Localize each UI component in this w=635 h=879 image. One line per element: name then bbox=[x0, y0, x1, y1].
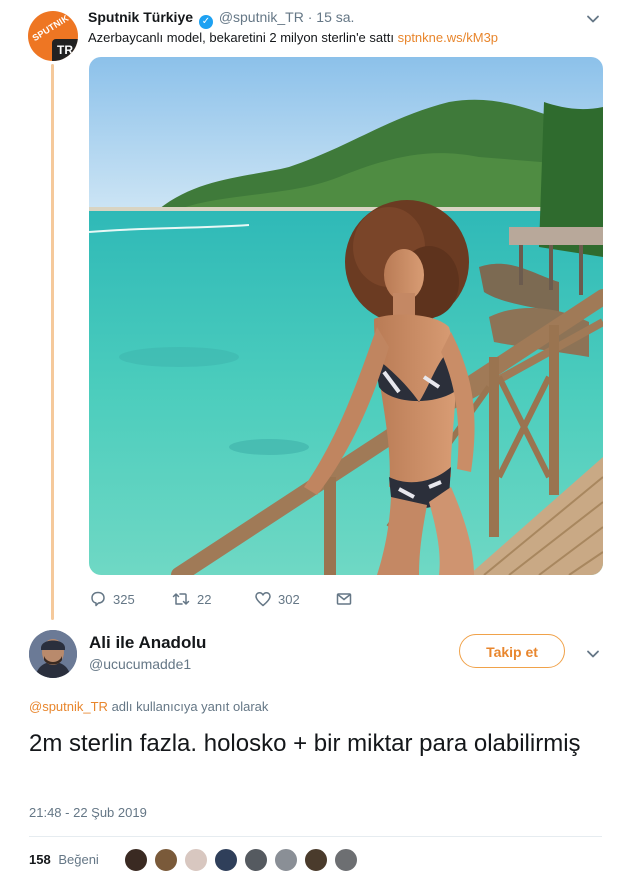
tweet-link[interactable]: sptnkne.ws/kM3p bbox=[398, 30, 498, 45]
tweet-text-body: Azerbaycanlı model, bekaretini 2 milyon … bbox=[88, 30, 394, 45]
tweet-account-name[interactable]: Sputnik Türkiye bbox=[88, 9, 193, 25]
liker-avatar[interactable] bbox=[334, 848, 358, 872]
liker-avatar[interactable] bbox=[154, 848, 178, 872]
verified-badge-icon: ✓ bbox=[198, 15, 213, 29]
replying-to-label: adlı kullanıcıya yanıt olarak bbox=[111, 699, 269, 714]
like-count: 302 bbox=[278, 591, 300, 607]
follow-button[interactable]: Takip et bbox=[459, 634, 565, 668]
thread-connector-line bbox=[51, 64, 54, 620]
liker-avatar[interactable] bbox=[244, 848, 268, 872]
replying-to-mention[interactable]: @sputnik_TR bbox=[29, 699, 108, 714]
avatar-logo-badge: TR bbox=[52, 39, 78, 61]
reply-icon bbox=[91, 591, 105, 607]
tweet-photo[interactable] bbox=[89, 57, 603, 575]
reply-text: 2m sterlin fazla. holosko + bir miktar p… bbox=[29, 730, 581, 757]
reply-timestamp[interactable]: 21:48 - 22 Şub 2019 bbox=[29, 805, 147, 820]
message-icon bbox=[336, 593, 352, 605]
reply-account-name[interactable]: Ali ile Anadolu bbox=[89, 633, 206, 653]
liker-avatar[interactable] bbox=[304, 848, 328, 872]
reply-handle[interactable]: @ucucumadde1 bbox=[89, 656, 191, 672]
likes-summary[interactable]: 158 Beğeni bbox=[29, 852, 99, 867]
tweet-separator: · bbox=[307, 9, 313, 25]
tweet-photo-image bbox=[89, 57, 603, 575]
liker-avatar[interactable] bbox=[274, 848, 298, 872]
retweet-count: 22 bbox=[197, 591, 212, 607]
direct-message-action[interactable] bbox=[335, 590, 353, 608]
tweet-time[interactable]: 15 sa. bbox=[316, 9, 354, 25]
likes-count: 158 bbox=[29, 852, 51, 867]
avatar-photo bbox=[29, 630, 77, 678]
likes-label: Beğeni bbox=[58, 852, 99, 867]
divider bbox=[29, 836, 602, 837]
tweet-text: Azerbaycanlı model, bekaretini 2 milyon … bbox=[88, 30, 498, 45]
retweet-action[interactable]: 22 bbox=[171, 590, 211, 608]
reply-count: 325 bbox=[113, 591, 135, 607]
chevron-down-icon[interactable] bbox=[584, 645, 602, 663]
liker-avatar[interactable] bbox=[124, 848, 148, 872]
chevron-down-icon[interactable] bbox=[584, 10, 602, 28]
sputnik-avatar[interactable]: SPUTNIK TR bbox=[28, 11, 78, 61]
liker-avatar[interactable] bbox=[184, 848, 208, 872]
tweet-handle[interactable]: @sputnik_TR bbox=[219, 9, 304, 25]
heart-icon bbox=[255, 592, 271, 607]
replying-to: @sputnik_TR adlı kullanıcıya yanıt olara… bbox=[29, 699, 268, 714]
like-action[interactable]: 302 bbox=[254, 590, 300, 608]
retweet-icon bbox=[172, 593, 190, 605]
reply-action[interactable]: 325 bbox=[89, 590, 135, 608]
liker-avatar[interactable] bbox=[214, 848, 238, 872]
tweet-header: Sputnik Türkiye ✓ @sputnik_TR · 15 sa. bbox=[88, 9, 354, 29]
reply-avatar[interactable] bbox=[29, 630, 77, 678]
